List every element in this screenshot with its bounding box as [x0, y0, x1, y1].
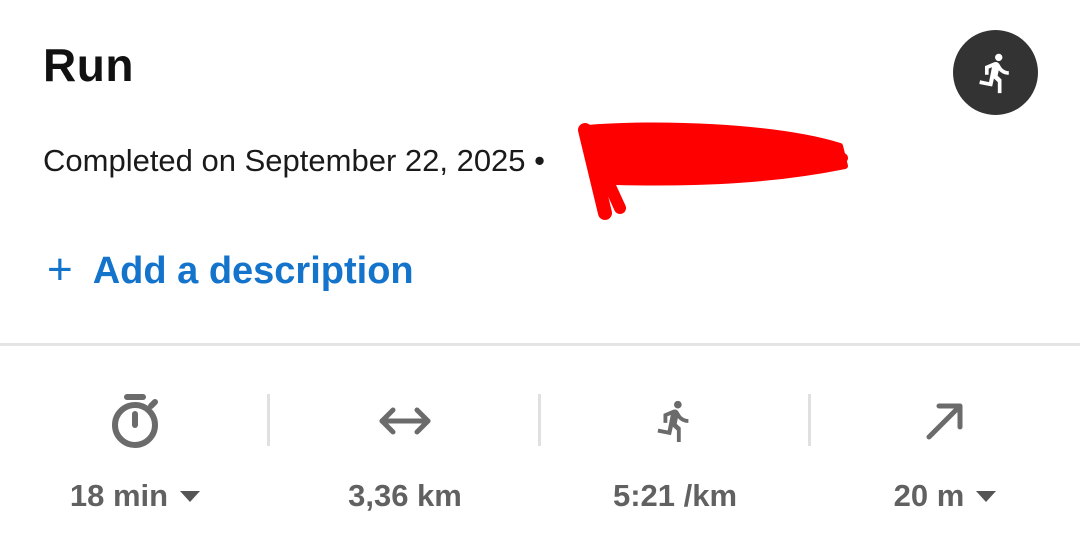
stat-duration-value: 18 min: [69, 478, 169, 513]
stat-duration[interactable]: 18 min: [0, 380, 270, 520]
stats-row: 18 min 3,36 km 5:21 /km 20 m: [0, 380, 1080, 520]
stat-distance-value: 3,36 km: [348, 478, 462, 513]
stat-pace: 5:21 /km: [540, 380, 810, 520]
running-person-icon: [978, 53, 1009, 93]
elevation-arrow-icon: [926, 403, 963, 440]
activity-type-badge[interactable]: [953, 30, 1038, 115]
stat-elevation[interactable]: 20 m: [810, 380, 1080, 520]
add-description-button[interactable]: + Add a description: [47, 244, 414, 294]
completed-date-text: Completed on September 22, 2025 •: [43, 143, 546, 178]
chevron-down-icon[interactable]: [180, 490, 201, 502]
add-description-label: Add a description: [92, 250, 414, 292]
running-person-icon: [657, 400, 689, 443]
stopwatch-icon: [112, 394, 158, 448]
redaction-scribble: [578, 122, 848, 220]
distance-arrows-icon: [379, 407, 431, 435]
stat-elevation-value: 20 m: [893, 478, 965, 513]
stat-pace-value: 5:21 /km: [612, 478, 738, 513]
chevron-down-icon[interactable]: [976, 490, 997, 502]
plus-icon: +: [47, 244, 73, 294]
section-divider: [0, 343, 1080, 346]
stat-distance: 3,36 km: [270, 380, 540, 520]
activity-title: Run: [43, 39, 134, 91]
